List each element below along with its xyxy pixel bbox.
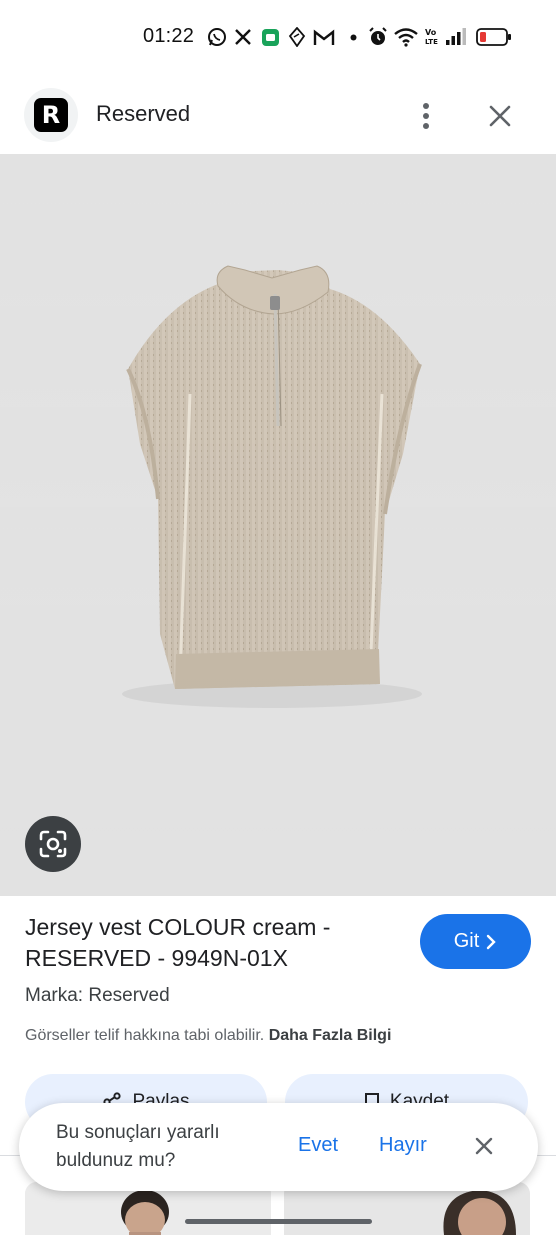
volte-icon: Vo LTE [423, 26, 439, 48]
brand-line: Marka: Reserved [25, 985, 170, 1006]
close-icon [489, 105, 511, 127]
close-icon [475, 1137, 493, 1155]
dot-icon [348, 26, 358, 48]
lens-icon [39, 830, 67, 858]
lens-button[interactable] [25, 816, 81, 872]
svg-text:LTE: LTE [425, 38, 438, 46]
feedback-close-button[interactable] [471, 1133, 497, 1159]
home-indicator[interactable] [185, 1219, 372, 1224]
go-button[interactable]: Git [420, 914, 531, 969]
copyright-text: Görseller telif hakkına tabi olabilir. [25, 1027, 265, 1044]
wifi-icon [393, 26, 419, 48]
feedback-question: Bu sonuçları yararlı buldunuz mu? [56, 1122, 220, 1171]
status-bar: 01:22 Vo LTE [0, 0, 556, 72]
x-icon [233, 26, 253, 48]
site-logo-letter: R [34, 98, 68, 132]
feedback-no-button[interactable]: Hayır [379, 1134, 427, 1157]
product-title[interactable]: Jersey vest COLOUR cream - RESERVED - 99… [25, 912, 395, 974]
battery-icon [475, 26, 513, 48]
copyright-note: Görseller telif hakkına tabi olabilir. D… [25, 1027, 391, 1045]
site-name: Reserved [96, 101, 191, 126]
gmail-icon [312, 26, 336, 48]
header: R Reserved [0, 78, 556, 154]
app-icon [260, 26, 280, 48]
status-time: 01:22 [143, 25, 195, 47]
chevron-right-icon [487, 934, 496, 949]
signal-icon [444, 26, 468, 48]
more-options-button[interactable] [410, 96, 442, 136]
go-button-label: Git [453, 930, 480, 952]
learn-more-link[interactable]: Daha Fazla Bilgi [269, 1027, 392, 1044]
product-image[interactable] [0, 154, 556, 896]
feedback-yes-button[interactable]: Evet [298, 1134, 338, 1157]
whatsapp-icon [206, 26, 228, 48]
maps-icon [287, 26, 307, 48]
alarm-icon [367, 26, 389, 48]
svg-text:Vo: Vo [425, 28, 437, 37]
knit-vest-image [0, 154, 556, 896]
more-vert-icon [423, 103, 429, 129]
feedback-prompt: Bu sonuçları yararlı buldunuz mu? Evet H… [19, 1103, 538, 1191]
close-button[interactable] [482, 96, 518, 136]
site-logo: R [24, 88, 78, 142]
